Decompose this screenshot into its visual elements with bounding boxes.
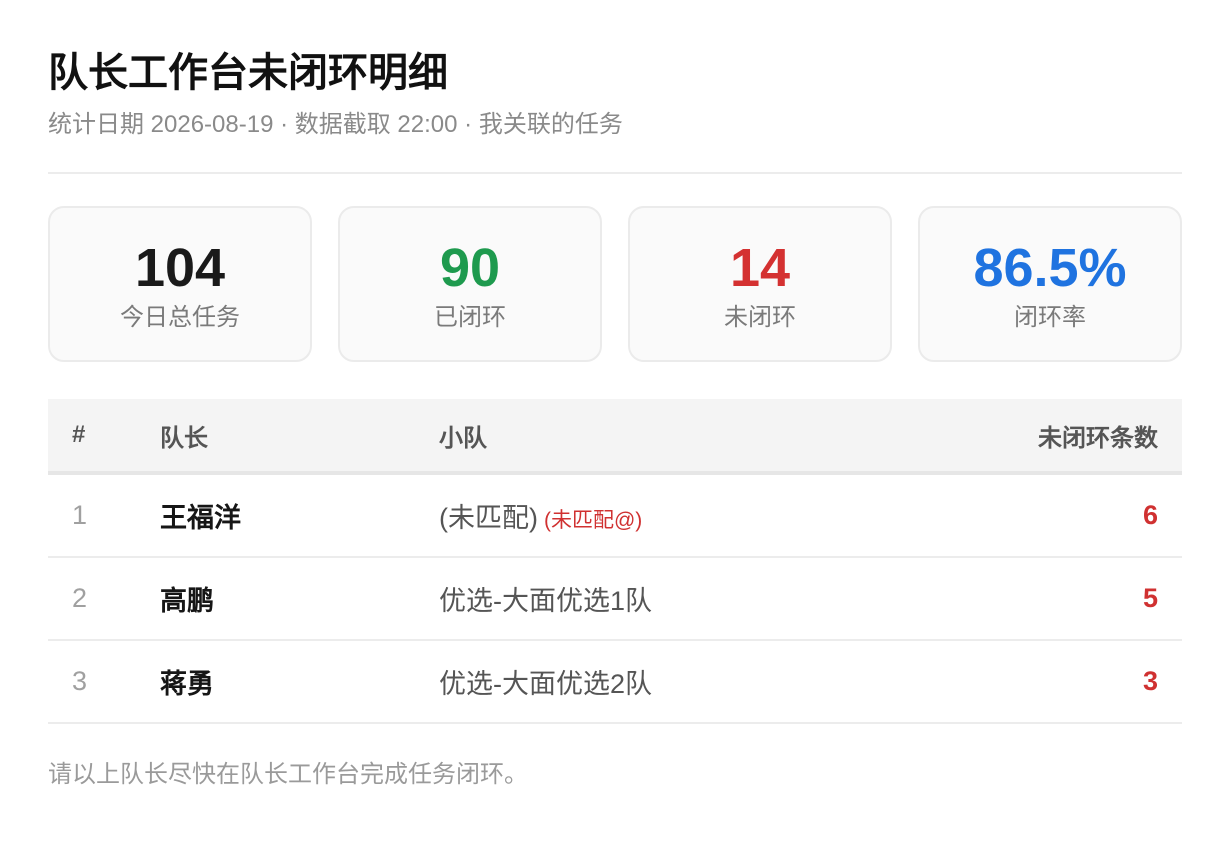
row-captain: 蒋勇 — [160, 669, 214, 699]
row-team: 优选-大面优选2队 — [439, 669, 653, 699]
row-count: 6 — [1142, 500, 1158, 530]
header-divider — [48, 172, 1182, 174]
stat-value-closed: 90 — [439, 238, 501, 298]
table-row: 2 高鹏 优选-大面优选1队 5 — [48, 558, 1182, 641]
page-subtitle: 统计日期 2026-08-19 · 数据截取 22:00 · 我关联的任务 — [48, 111, 623, 138]
row-team-cell: 优选-大面优选2队 — [439, 662, 962, 701]
table-header: # 队长 小队 未闭环条数 — [48, 399, 1182, 475]
header-index: # — [72, 421, 86, 448]
row-count: 5 — [1142, 583, 1158, 613]
stat-label-closed: 已闭环 — [434, 304, 506, 331]
page: 队长工作台未闭环明细 统计日期 2026-08-19 · 数据截取 22:00 … — [0, 0, 1230, 860]
stat-label-total: 今日总任务 — [120, 304, 240, 331]
stat-label-rate: 闭环率 — [1014, 304, 1086, 331]
row-index: 3 — [72, 666, 88, 696]
stat-card-open: 14 未闭环 — [628, 206, 892, 362]
unmatched-tag: (未匹配@) — [543, 509, 643, 532]
row-team-cell: 优选-大面优选1队 — [439, 579, 962, 618]
header-captain: 队长 — [160, 424, 208, 452]
row-captain: 高鹏 — [160, 586, 214, 616]
footer-note: 请以上队长尽快在队长工作台完成任务闭环。 — [48, 761, 528, 788]
row-team: (未匹配) — [439, 503, 538, 533]
row-team: 优选-大面优选1队 — [439, 586, 653, 616]
stat-card-rate: 86.5% 闭环率 — [918, 206, 1182, 362]
stat-card-closed: 90 已闭环 — [338, 206, 602, 362]
header-team: 小队 — [439, 424, 487, 452]
page-title: 队长工作台未闭环明细 — [48, 51, 448, 95]
stat-card-total: 104 今日总任务 — [48, 206, 312, 362]
table-row: 3 蒋勇 优选-大面优选2队 3 — [48, 641, 1182, 724]
row-team-cell: (未匹配) (未匹配@) — [439, 496, 962, 535]
row-index: 2 — [72, 583, 88, 613]
stats-panel: 104 今日总任务 90 已闭环 14 未闭环 86.5% 闭环率 — [48, 206, 1182, 362]
open-tasks-table: # 队长 小队 未闭环条数 1 王福洋 (未匹配) (未匹配@) 6 2 高鹏 优… — [48, 399, 1182, 724]
stat-value-open: 14 — [729, 238, 791, 298]
row-captain: 王福洋 — [160, 503, 241, 533]
table-row: 1 王福洋 (未匹配) (未匹配@) 6 — [48, 475, 1182, 558]
stat-value-rate: 86.5% — [973, 238, 1127, 298]
row-index: 1 — [72, 500, 88, 530]
header-count: 未闭环条数 — [1038, 424, 1158, 452]
stat-value-total: 104 — [134, 238, 226, 298]
row-count: 3 — [1142, 666, 1158, 696]
stat-label-open: 未闭环 — [724, 304, 796, 331]
